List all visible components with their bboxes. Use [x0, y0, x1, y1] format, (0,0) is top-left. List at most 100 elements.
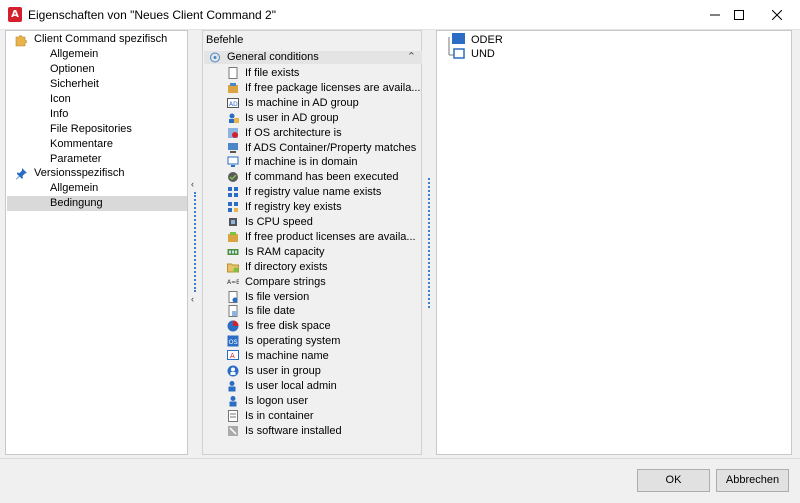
command-item[interactable]: Is user in AD group — [227, 111, 423, 126]
local-admin-icon — [228, 380, 236, 392]
logic-and-node[interactable]: UND — [471, 47, 495, 61]
tree-item-file-repositories[interactable]: File Repositories — [50, 122, 132, 137]
command-item[interactable]: Is file version — [227, 290, 423, 305]
title-bar: A Eigenschaften von "Neues Client Comman… — [0, 0, 800, 30]
tree-item-parameter[interactable]: Parameter — [50, 152, 101, 167]
tree-item-allgemein-version[interactable]: Allgemein — [50, 181, 98, 196]
command-label: Is user local admin — [245, 379, 337, 392]
command-item[interactable]: Is CPU speed — [227, 215, 423, 230]
software-installed-icon — [228, 425, 238, 436]
app-icon: A — [8, 7, 22, 22]
command-item[interactable]: If file exists — [227, 66, 423, 81]
left-splitter[interactable]: ‹ ‹ — [191, 178, 198, 306]
command-item[interactable]: If free package licenses are availa... — [227, 81, 423, 96]
pin-icon — [16, 168, 27, 180]
tree-group-versionsspezifisch[interactable]: Versionsspezifisch — [8, 166, 186, 181]
command-item[interactable]: Is user local admin — [227, 379, 423, 394]
cancel-button[interactable]: Abbrechen — [716, 469, 789, 492]
command-item[interactable]: Is logon user — [227, 394, 423, 409]
command-label: Is file version — [245, 290, 310, 303]
tree-item-sicherheit[interactable]: Sicherheit — [50, 77, 99, 92]
operating-system-icon: OS — [227, 335, 239, 347]
collapse-chevron-icon[interactable]: ⌃ — [407, 51, 416, 64]
svg-text:A=B: A=B — [227, 279, 239, 286]
svg-text:A: A — [230, 352, 235, 360]
ad-user-icon — [229, 113, 239, 123]
command-item[interactable]: If command has been executed — [227, 170, 423, 185]
splitter-grip — [428, 178, 432, 308]
command-item[interactable]: AD Is machine in AD group — [227, 96, 423, 111]
command-label: If machine is in domain — [245, 156, 358, 169]
os-architecture-icon — [228, 127, 238, 138]
command-item[interactable]: Is free disk space — [227, 319, 423, 334]
container-icon — [228, 409, 238, 422]
file-version-icon — [228, 290, 238, 303]
command-label: Is software installed — [245, 424, 342, 437]
command-item[interactable]: Is file date — [227, 304, 423, 319]
window-title: Eigenschaften von "Neues Client Command … — [28, 8, 276, 22]
command-item[interactable]: If registry key exists — [227, 200, 423, 215]
file-icon — [228, 67, 238, 79]
command-label: Is RAM capacity — [245, 245, 325, 258]
command-item[interactable]: Is in container — [227, 409, 423, 424]
command-label: Is operating system — [245, 335, 341, 348]
command-label: Is machine in AD group — [245, 96, 359, 109]
command-item[interactable]: If free product licenses are availa... — [227, 230, 423, 245]
collapse-left-icon: ‹ — [191, 179, 194, 189]
command-label: Is user in group — [245, 365, 321, 377]
command-item[interactable]: If registry value name exists — [227, 185, 423, 200]
puzzle-icon — [15, 35, 27, 47]
tree-item-icon[interactable]: Icon — [50, 92, 71, 107]
command-item[interactable]: If OS architecture is — [227, 126, 423, 141]
user-group-icon — [227, 365, 239, 377]
registry-value-icon — [228, 187, 238, 198]
command-label: If OS architecture is — [245, 126, 342, 139]
command-item[interactable]: If ADS Container/Property matches — [227, 141, 423, 156]
command-item[interactable]: If machine is in domain — [227, 155, 423, 170]
command-label: Is file date — [245, 305, 296, 318]
tree-group-label: Client Command spezifisch — [34, 33, 168, 45]
command-label: Is logon user — [245, 394, 308, 407]
splitter-grip — [194, 192, 196, 292]
registry-key-icon — [228, 202, 238, 213]
ram-icon — [227, 248, 239, 255]
commands-panel: Befehle General conditions ⌃ If file exi… — [202, 30, 422, 455]
condition-tree[interactable]: ODER UND — [436, 30, 792, 455]
command-label: Is CPU speed — [245, 216, 313, 228]
tree-item-bedingung[interactable]: Bedingung — [7, 196, 187, 211]
command-executed-icon — [228, 172, 238, 183]
ad-group-icon: AD — [227, 97, 239, 108]
close-icon — [772, 10, 782, 20]
tree-item-optionen[interactable]: Optionen — [50, 62, 95, 77]
tree-item-kommentare[interactable]: Kommentare — [50, 137, 113, 152]
commands-splitter[interactable] — [426, 178, 434, 308]
command-item[interactable]: Is user in group — [227, 364, 423, 379]
tree-item-allgemein[interactable]: Allgemein — [50, 47, 98, 62]
command-item[interactable]: A Is machine name — [227, 349, 423, 364]
tree-group-client-command[interactable]: Client Command spezifisch — [8, 32, 186, 47]
command-item[interactable]: OS Is operating system — [227, 334, 423, 349]
commands-header: Befehle — [206, 34, 244, 46]
machine-name-icon: A — [227, 350, 239, 361]
general-conditions-group[interactable]: General conditions ⌃ — [204, 51, 422, 64]
dialog-footer: OK Abbrechen — [0, 458, 800, 503]
command-label: Is in container — [245, 409, 314, 422]
command-label: If directory exists — [245, 260, 328, 273]
group-label: General conditions — [227, 51, 319, 63]
conditions-group-icon — [210, 52, 220, 63]
command-label: If ADS Container/Property matches — [245, 141, 417, 154]
command-label: Is free disk space — [245, 320, 331, 333]
svg-text:AD: AD — [229, 101, 238, 108]
command-label: If command has been executed — [245, 171, 399, 184]
tree-item-info[interactable]: Info — [50, 107, 68, 122]
close-button[interactable] — [754, 0, 800, 30]
ok-button[interactable]: OK — [637, 469, 710, 492]
command-label: If registry key exists — [245, 201, 342, 214]
domain-machine-icon — [227, 156, 239, 168]
command-item[interactable]: If directory exists — [227, 260, 423, 275]
command-item[interactable]: A=B Compare strings — [227, 275, 423, 290]
product-license-icon — [228, 231, 238, 242]
command-item[interactable]: Is software installed — [227, 424, 423, 439]
command-item[interactable]: Is RAM capacity — [227, 245, 423, 260]
logic-or-node[interactable]: ODER — [471, 33, 503, 47]
